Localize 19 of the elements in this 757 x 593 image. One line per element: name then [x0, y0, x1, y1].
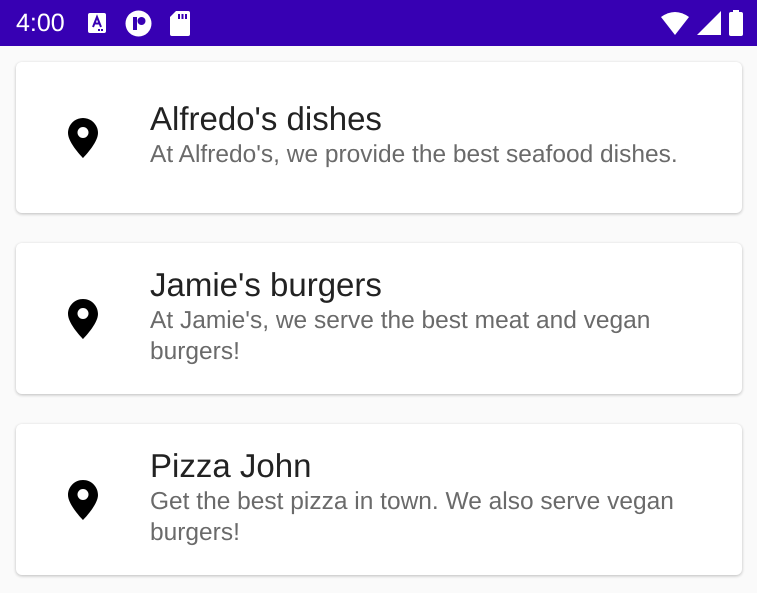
restaurant-card[interactable]: Alfredo's dishes At Alfredo's, we provide the best seafood dishes.	[16, 62, 742, 213]
location-pin-icon	[68, 298, 98, 338]
restaurant-name: Jamie's burgers	[150, 264, 383, 304]
restaurant-description: Get the best pizza in town. We also serve vegan burgers!	[150, 486, 675, 548]
wifi-icon	[661, 11, 689, 35]
restaurant-name: Pizza John	[150, 446, 312, 486]
restaurant-card[interactable]: Jamie's burgers At Jamie's, we serve the best meat and vegan burgers!	[16, 243, 742, 394]
location-pin-icon	[68, 118, 98, 158]
sd-card-icon	[170, 10, 190, 36]
restaurant-card[interactable]: Pizza John Get the best pizza in town. We also serve vegan burgers!	[16, 424, 742, 575]
circle-app-icon	[124, 10, 152, 36]
restaurant-description: At Alfredo's, we provide the best seafood dishes.	[150, 140, 679, 170]
battery-icon	[729, 10, 743, 36]
restaurant-description: At Jamie's, we serve the best meat and vegan burgers!	[150, 306, 652, 366]
status-time: 4:00	[16, 8, 65, 38]
keyboard-notification-icon	[86, 12, 107, 34]
location-pin-icon	[68, 480, 98, 520]
restaurant-name: Alfredo's dishes	[150, 99, 383, 139]
signal-icon	[697, 11, 721, 35]
